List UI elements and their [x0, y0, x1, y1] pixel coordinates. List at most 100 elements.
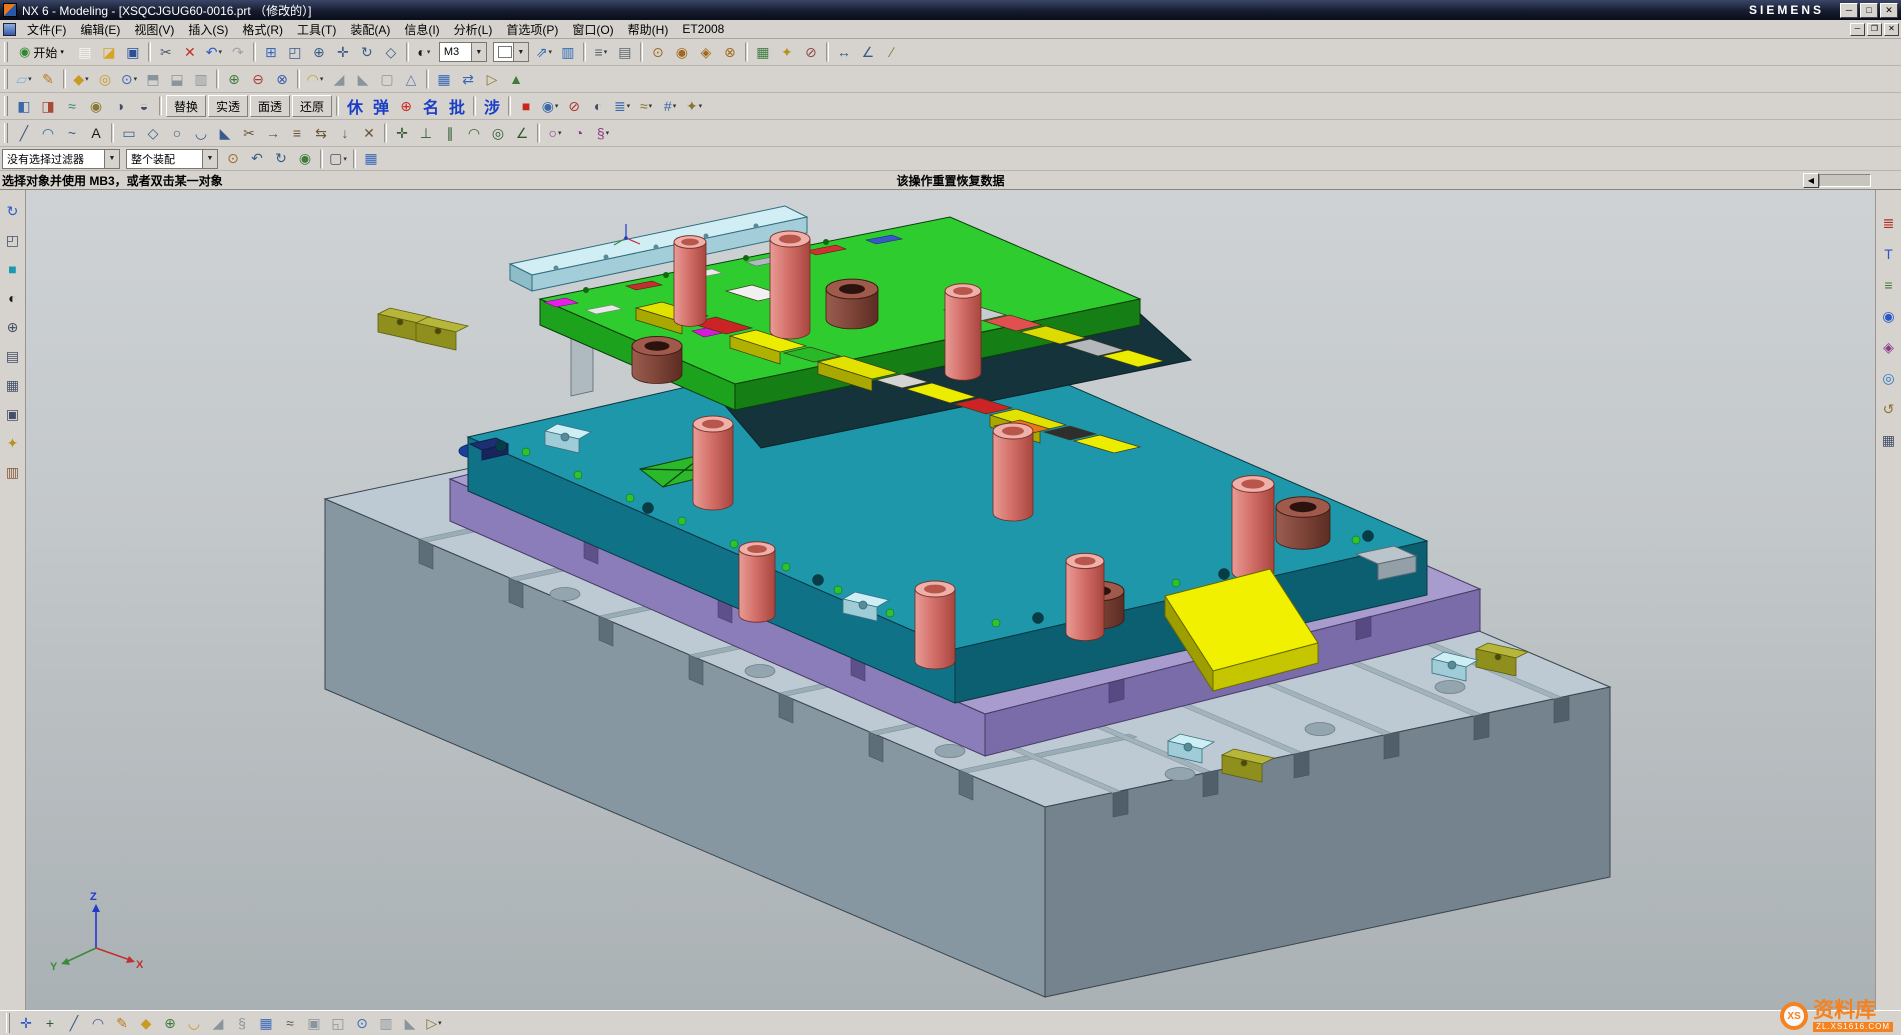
redo-icon[interactable]: ↷: [226, 41, 250, 63]
object-color-swatch-combo[interactable]: ▼: [493, 42, 529, 62]
toolbar-grip[interactable]: [4, 96, 8, 116]
toolbar-grip[interactable]: [6, 1013, 10, 1033]
instance-tool-icon[interactable]: ▦: [254, 1012, 278, 1034]
part-navigator-icon[interactable]: ⊞: [259, 41, 283, 63]
menu-format[interactable]: 格式(R): [235, 20, 290, 39]
rectangle-icon[interactable]: ▭: [117, 122, 141, 144]
open-folder-icon[interactable]: ◪: [97, 41, 121, 63]
assembly-constraints-icon[interactable]: #▾: [658, 95, 682, 117]
rib-tool-icon[interactable]: ▥: [374, 1012, 398, 1034]
selection-filter-icon[interactable]: ▦: [751, 41, 775, 63]
layer-visibility-icon[interactable]: ▤: [2, 345, 24, 367]
highlight-tool-icon[interactable]: ✦: [2, 432, 24, 454]
thread-tool-icon[interactable]: §: [230, 1012, 254, 1034]
offset-curve-icon[interactable]: ≡: [285, 122, 309, 144]
wave-link-icon[interactable]: ≈▾: [634, 95, 658, 117]
toolbar-grip[interactable]: [4, 69, 8, 89]
shadow-icon[interactable]: ◒: [132, 95, 156, 117]
draft-icon[interactable]: ◣: [351, 68, 375, 90]
arc-icon[interactable]: ◠: [36, 122, 60, 144]
hd3d-tools-tab[interactable]: ◈: [1878, 336, 1900, 358]
part-navigator-tab[interactable]: ≡: [1878, 274, 1900, 296]
sketch-icon[interactable]: ✎: [36, 68, 60, 90]
angle-dimension-icon[interactable]: ∠: [510, 122, 534, 144]
pad-icon[interactable]: ▥: [189, 68, 213, 90]
conic-icon[interactable]: ◔: [567, 122, 591, 144]
zoom-icon[interactable]: ⊕: [307, 41, 331, 63]
menu-file[interactable]: 文件(F): [20, 20, 73, 39]
intersect-icon[interactable]: ⊗: [270, 68, 294, 90]
immediate-hide-icon[interactable]: ⊘: [562, 95, 586, 117]
new-file-icon[interactable]: ▤: [73, 41, 97, 63]
macro-batch-button[interactable]: 批: [444, 95, 470, 117]
move-face-tool-icon[interactable]: ▷▾: [422, 1012, 446, 1034]
cue-scroll-track[interactable]: [1819, 174, 1871, 187]
close-button[interactable]: ✕: [1880, 3, 1898, 18]
ruler-icon[interactable]: ∕: [880, 41, 904, 63]
reuse-library-tab[interactable]: ◉: [1878, 305, 1900, 327]
snap-intersection-icon[interactable]: ⊗: [718, 41, 742, 63]
replace-view-button[interactable]: 替换: [166, 95, 206, 117]
unite-icon[interactable]: ⊕: [222, 68, 246, 90]
menu-tools[interactable]: 工具(T): [290, 20, 343, 39]
face-translucency-button[interactable]: 面透: [250, 95, 290, 117]
view-layer-icon[interactable]: ▤: [613, 41, 637, 63]
polygon-icon[interactable]: ◇: [141, 122, 165, 144]
fit-view-side-icon[interactable]: ◰: [2, 229, 24, 251]
boss-icon[interactable]: ⬒: [141, 68, 165, 90]
true-shading-button[interactable]: 实透: [208, 95, 248, 117]
fit-view-icon[interactable]: ◰: [283, 41, 307, 63]
pan-icon[interactable]: ✛: [331, 41, 355, 63]
mirror-curve-icon[interactable]: ⇆: [309, 122, 333, 144]
coincident-icon[interactable]: ◎: [486, 122, 510, 144]
wcs-triad[interactable]: Z X Y: [50, 891, 144, 973]
sketch-tool-icon[interactable]: ✎: [110, 1012, 134, 1034]
general-selection-icon[interactable]: ▦: [359, 148, 383, 170]
select-visible-icon[interactable]: ◉: [293, 148, 317, 170]
tangent-icon[interactable]: ◠: [462, 122, 486, 144]
offset-face-icon[interactable]: ▷: [480, 68, 504, 90]
invert-display-icon[interactable]: ◐: [586, 95, 610, 117]
chamfer-tool-icon[interactable]: ◢: [206, 1012, 230, 1034]
macro-body-button[interactable]: 休: [342, 95, 368, 117]
layer-settings-icon[interactable]: ≡▾: [589, 41, 613, 63]
mirror-feature-icon[interactable]: ⇄: [456, 68, 480, 90]
datum-csys-icon[interactable]: ✛: [14, 1012, 38, 1034]
save-icon[interactable]: ▣: [121, 41, 145, 63]
menu-information[interactable]: 信息(I): [397, 20, 446, 39]
copy-object-icon[interactable]: ▥: [556, 41, 580, 63]
intersect-curve-icon[interactable]: ✕: [357, 122, 381, 144]
line-tool-icon[interactable]: ╱: [62, 1012, 86, 1034]
menu-view[interactable]: 视图(V): [127, 20, 181, 39]
pattern-feature-icon[interactable]: ▦: [432, 68, 456, 90]
restore-button[interactable]: 还原: [292, 95, 332, 117]
snap-midpoint-icon[interactable]: ◈: [694, 41, 718, 63]
revolve-icon[interactable]: ◎: [93, 68, 117, 90]
reflection-analysis-icon[interactable]: ◉: [84, 95, 108, 117]
profile-line-icon[interactable]: ╱: [12, 122, 36, 144]
browser-tab[interactable]: ◎: [1878, 367, 1900, 389]
edge-blend-tool-icon[interactable]: ◡: [182, 1012, 206, 1034]
sew-tool-icon[interactable]: ≈: [278, 1012, 302, 1034]
cut-icon[interactable]: ✂: [154, 41, 178, 63]
rotate-view-icon[interactable]: ↻: [355, 41, 379, 63]
chamfer-curve-icon[interactable]: ◣: [213, 122, 237, 144]
deselect-icon[interactable]: ⊘: [799, 41, 823, 63]
notes-icon[interactable]: ▥: [2, 461, 24, 483]
explode-icon[interactable]: ✦▾: [682, 95, 706, 117]
refresh-view-icon[interactable]: ↻: [2, 200, 24, 222]
extrude-icon[interactable]: ◆▾: [69, 68, 93, 90]
orient-view-icon[interactable]: ◧: [12, 95, 36, 117]
graphics-window[interactable]: Z X Y: [26, 190, 1875, 1010]
palette-tab[interactable]: ▦: [1878, 429, 1900, 451]
menu-edit[interactable]: 编辑(E): [73, 20, 127, 39]
extend-curve-icon[interactable]: →: [261, 122, 285, 144]
start-button[interactable]: ◉ 开始 ▾: [12, 42, 71, 63]
ellipse-icon[interactable]: ○: [165, 122, 189, 144]
history-tab[interactable]: ↺: [1878, 398, 1900, 420]
spline-icon[interactable]: ~: [60, 122, 84, 144]
point-tool-icon[interactable]: +: [38, 1012, 62, 1034]
shaded-display-icon[interactable]: ◐▾: [412, 41, 436, 63]
delete-icon[interactable]: ✕: [178, 41, 202, 63]
refresh-selection-icon[interactable]: ↻: [269, 148, 293, 170]
